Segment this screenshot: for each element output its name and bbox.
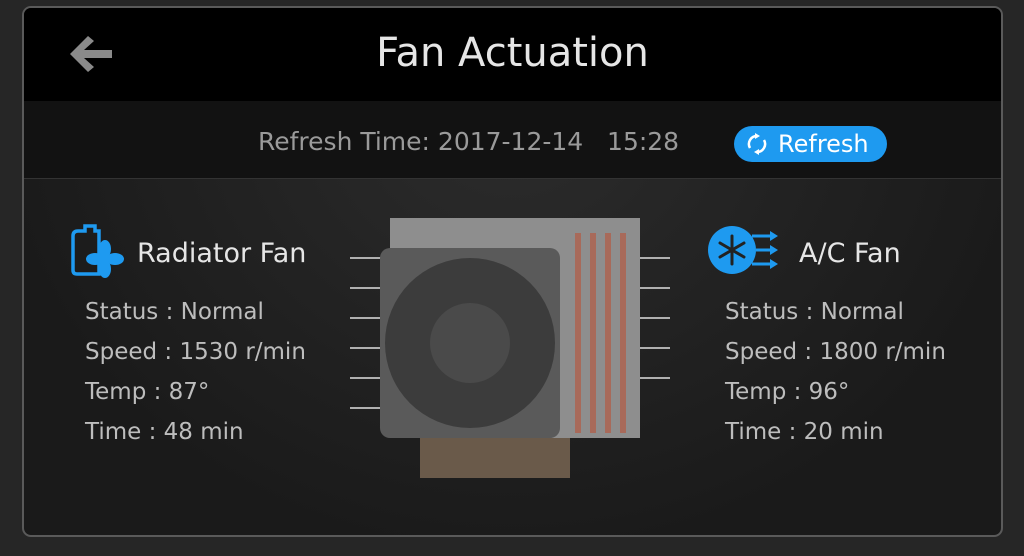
radiator-fan-title: Radiator Fan bbox=[137, 238, 307, 269]
radiator-time: Time : 48 min bbox=[85, 419, 244, 445]
fan-actuation-panel: Fan Actuation Refresh Time: 2017-12-14 1… bbox=[22, 6, 1003, 537]
refresh-time: Refresh Time: 2017-12-14 15:28 bbox=[258, 127, 680, 156]
ac-temp: Temp : 96° bbox=[725, 379, 850, 405]
refresh-bar: Refresh Time: 2017-12-14 15:28 Refresh bbox=[24, 101, 1001, 179]
ac-status: Status : Normal bbox=[725, 299, 904, 325]
refresh-icon bbox=[747, 133, 767, 155]
refresh-label: Refresh bbox=[778, 130, 869, 158]
page-title: Fan Actuation bbox=[376, 30, 649, 76]
radiator-status: Status : Normal bbox=[85, 299, 264, 325]
ac-time: Time : 20 min bbox=[725, 419, 884, 445]
radiator-speed: Speed : 1530 r/min bbox=[85, 339, 306, 365]
radiator-temp: Temp : 87° bbox=[85, 379, 210, 405]
cooler-image bbox=[350, 218, 670, 478]
header: Fan Actuation bbox=[24, 8, 1001, 101]
ac-speed: Speed : 1800 r/min bbox=[725, 339, 946, 365]
ac-fan-snowflake-icon bbox=[708, 226, 778, 274]
ac-fan-title: A/C Fan bbox=[799, 238, 901, 269]
radiator-fan-icon bbox=[71, 224, 124, 278]
refresh-button[interactable]: Refresh bbox=[734, 126, 887, 162]
